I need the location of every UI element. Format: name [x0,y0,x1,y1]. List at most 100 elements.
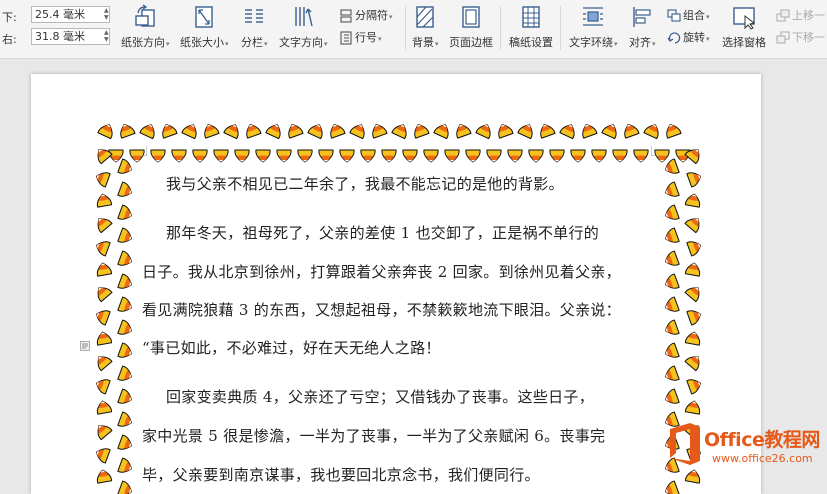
candy-corn-icon [330,123,346,139]
office-logo-icon [670,423,700,465]
paragraph-line: 回家变卖典质 4，父亲还了亏空；又借钱办了丧事。这些日子， [166,388,595,406]
text-corner-mark [137,146,147,156]
chevron-down-icon: ▾ [166,40,170,48]
candy-corn-icon [97,356,113,372]
margin-bottom-input[interactable]: 25.4 毫米 [31,6,110,23]
line-number-label: 行号 [355,31,377,44]
candy-corn-icon [318,149,334,163]
candy-corn-icon [139,124,155,140]
candy-corn-icon [360,149,376,163]
paragraph-line: 毕，父亲要到南京谋事，我也要回北京念书，我们便同行。 [142,466,540,484]
selection-pane-button[interactable]: 选择窗格 [722,4,766,50]
candy-corn-icon [96,193,113,208]
office26-watermark: Office教程网 www.office26.com [664,419,827,473]
rotate-icon [667,32,681,44]
paragraph-mark-icon[interactable] [80,341,92,351]
margin-right-spinner[interactable]: ▲ ▼ [104,29,109,43]
text-wrap-button[interactable]: 文字环绕▾ [569,4,618,50]
candy-corn-icon [96,262,113,277]
candy-corn-icon [633,149,649,163]
line-number-button[interactable]: 行号▾ [339,30,382,46]
candy-corn-icon [349,124,365,140]
candy-corn-icon [684,218,700,234]
chevron-down-icon: ▾ [264,40,268,48]
chevron-down-icon: ▾ [614,40,618,48]
separator-button[interactable]: 分隔符▾ [339,8,393,24]
candy-corn-icon [95,379,111,395]
paper-size-icon [195,6,213,28]
paragraph-line: 我与父亲不相见已二年余了，我最不能忘记的是他的背影。 [166,175,564,193]
candy-corn-icon [612,149,628,163]
candy-corn-icon [664,296,680,312]
candy-corn-icon [549,149,565,163]
candy-corn-icon [97,124,113,140]
separator-icon [340,9,352,23]
selection-pane-icon [733,7,756,30]
candy-corn-icon [234,149,250,163]
candy-corn-icon [444,149,460,163]
group-button[interactable]: 组合▾ [667,8,710,24]
manuscript-settings-label: 稿纸设置 [509,36,553,49]
paragraph-line: 家中光景 5 很是惨澹，一半为了丧事，一半为了父亲赋闲 6。丧事完 [142,427,606,445]
align-label: 对齐 [629,36,651,49]
candy-corn-icon [95,172,111,188]
candy-corn-icon [684,287,700,303]
candy-corn-icon [465,149,481,163]
columns-button[interactable]: 分栏▾ [241,4,268,50]
separator-label: 分隔符 [355,9,388,22]
candy-corn-icon [391,124,407,140]
candy-corn-icon [181,124,197,140]
paragraph-line: “事已如此，不必难过，好在天无绝人之路！ [142,339,441,357]
candy-corn-icon [95,310,111,326]
chevron-down-icon: ▾ [378,35,382,43]
candy-corn-icon [664,365,680,381]
page-border-icon [462,6,480,28]
rotate-button[interactable]: 旋转▾ [667,30,710,46]
align-button[interactable]: 对齐▾ [629,4,656,50]
page-border-button[interactable]: 页面边框 [449,4,493,50]
candy-corn-icon [307,124,323,140]
candy-corn-icon [117,273,133,289]
background-icon [416,6,434,28]
text-corner-mark [651,146,661,156]
paper-size-button[interactable]: 纸张大小▾ [180,4,229,50]
align-icon [633,7,651,27]
candy-corn-icon [559,124,575,140]
text-wrap-label: 文字环绕 [569,36,613,49]
background-button[interactable]: 背景▾ [412,4,439,50]
candy-corn-icon [423,149,439,163]
text-direction-button[interactable]: 文字方向▾ [279,4,328,50]
ribbon-toolbar: 下: 25.4 毫米 ▲ ▼ 右: 31.8 毫米 ▲ ▼ 纸张方向▾ 纸张大小▾ [0,0,827,59]
candy-corn-icon [117,411,133,427]
document-page[interactable]: 我与父亲不相见已二年余了，我最不能忘记的是他的背影。 那年冬天，祖母死了，父亲的… [31,74,761,494]
candy-corn-icon [97,425,113,441]
candy-corn-icon [117,319,133,335]
text-wrap-icon [583,7,604,26]
group-label: 组合 [683,9,705,22]
rotate-label: 旋转 [683,31,705,44]
candy-corn-icon [204,123,220,139]
candy-corn-icon [117,365,133,381]
manuscript-settings-button[interactable]: 稿纸设置 [509,4,553,50]
candy-corn-icon [288,123,304,139]
candy-corn-icon [414,123,430,139]
candy-corn-icon [664,204,680,220]
text-direction-icon [295,7,313,27]
paper-orientation-button[interactable]: 纸张方向▾ [121,4,170,50]
candy-corn-icon [120,123,136,139]
candy-corn-icon [643,124,659,140]
bring-forward-label: 上移一 [792,9,825,22]
candy-corn-icon [265,124,281,140]
send-backward-button[interactable]: 下移一 [776,30,825,46]
margin-bottom-spinner[interactable]: ▲ ▼ [104,7,109,21]
candy-corn-icon [97,287,113,303]
candy-corn-icon [96,331,113,346]
candy-corn-icon [582,123,598,139]
margin-right-input[interactable]: 31.8 毫米 [31,28,110,45]
candy-corn-icon [297,149,313,163]
candy-corn-icon [664,480,680,494]
candy-corn-icon [570,149,586,163]
candy-corn-icon [339,149,355,163]
bring-forward-button[interactable]: 上移一 [776,8,825,24]
candy-corn-icon [433,124,449,140]
